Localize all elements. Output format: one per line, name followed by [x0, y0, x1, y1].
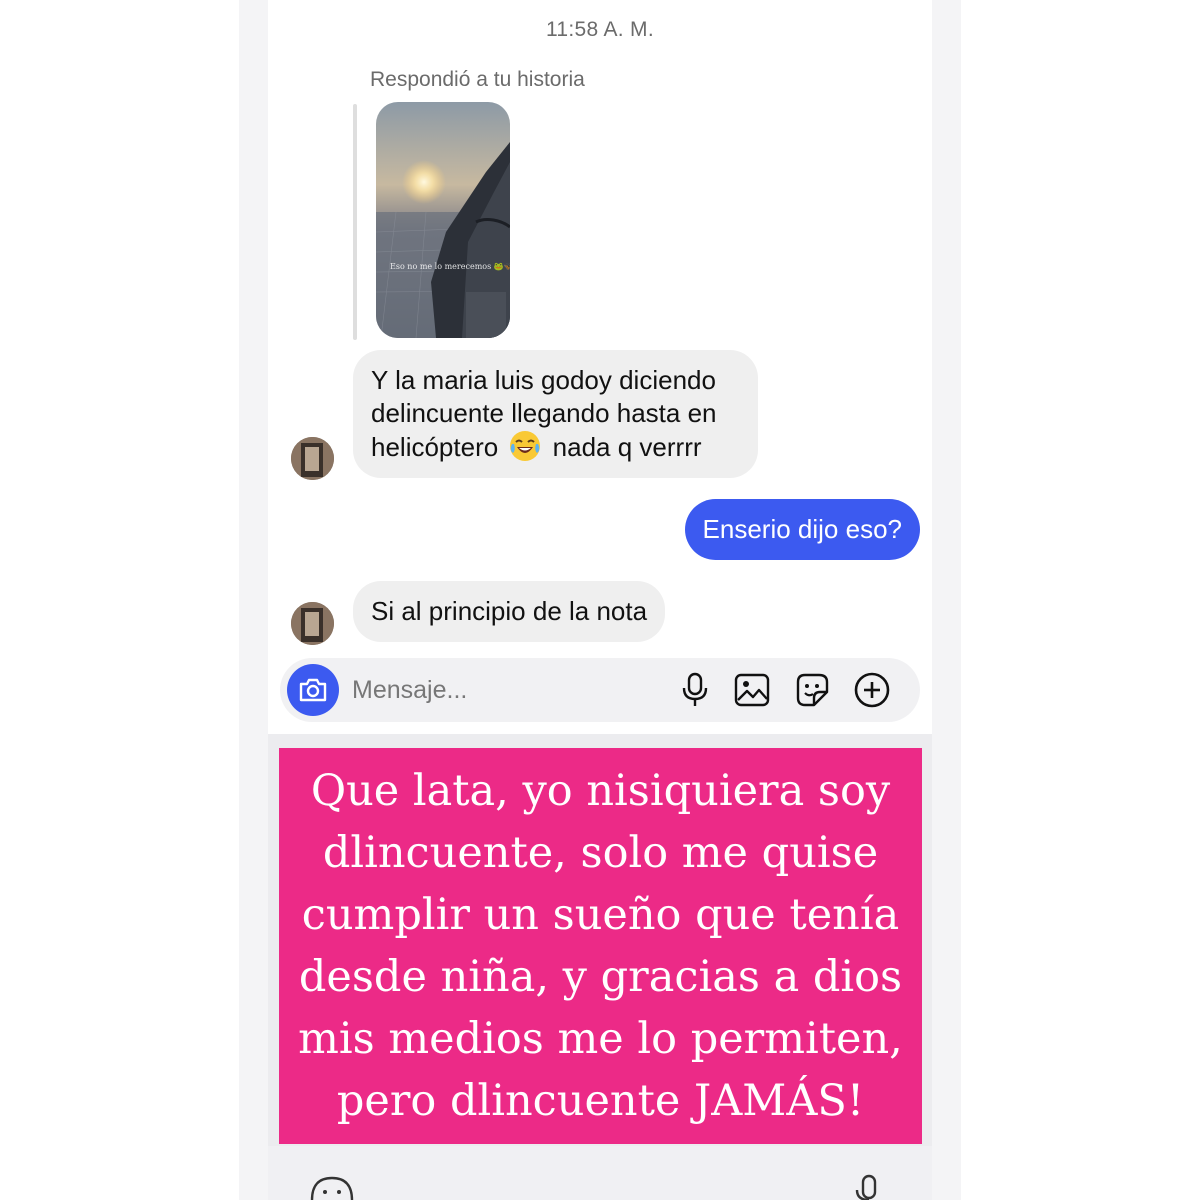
face-with-tears-of-joy-icon — [509, 430, 541, 462]
overlay-line: dlincuente, solo me quise — [322, 828, 879, 878]
image-icon[interactable] — [732, 670, 772, 710]
overlay-line: mis medios me lo permiten, — [298, 1014, 903, 1064]
incoming-message: Si al principio de la nota — [353, 581, 666, 642]
story-text-overlay: Que lata, yo nisiquiera soy dlincuente, … — [279, 748, 922, 1144]
message-composer — [280, 658, 920, 722]
microphone-icon[interactable] — [675, 670, 715, 710]
story-reply-label: Respondió a tu historia — [370, 68, 585, 91]
keyboard-bottom-bar — [268, 1146, 932, 1200]
avatar[interactable] — [291, 437, 334, 480]
dictation-icon[interactable] — [854, 1174, 884, 1200]
sticker-icon[interactable] — [792, 670, 832, 710]
outgoing-message: Enserio dijo eso? — [684, 499, 920, 560]
message-line: delincuente llegando hasta en — [371, 398, 717, 428]
reply-quote-bar — [353, 104, 357, 340]
message-line: helicóptero nada q verrrr — [371, 430, 702, 462]
overlay-line: cumplir un sueño que tenía — [301, 890, 900, 940]
message-timestamp: 11:58 A. M. — [546, 18, 654, 41]
left-margin — [239, 0, 268, 1200]
incoming-message: Y la maria luis godoy diciendo delincuen… — [353, 350, 758, 478]
right-margin — [932, 0, 961, 1200]
story-thumbnail[interactable]: Eso no me lo merecemos 🐸🦋💕 — [376, 102, 510, 338]
overlay-line: desde niña, y gracias a dios — [298, 952, 903, 1002]
camera-icon[interactable] — [287, 664, 339, 716]
overlay-line: pero dlincuente JAMÁS! — [336, 1076, 865, 1126]
overlay-line: Que lata, yo nisiquiera soy — [310, 766, 891, 816]
story-caption: Eso no me lo merecemos 🐸🦋💕 — [390, 262, 510, 271]
message-input[interactable] — [352, 672, 652, 708]
avatar[interactable] — [291, 602, 334, 645]
message-line: Y la maria luis godoy diciendo — [371, 365, 716, 395]
add-icon[interactable] — [852, 670, 892, 710]
emoji-key-icon[interactable] — [310, 1176, 354, 1200]
